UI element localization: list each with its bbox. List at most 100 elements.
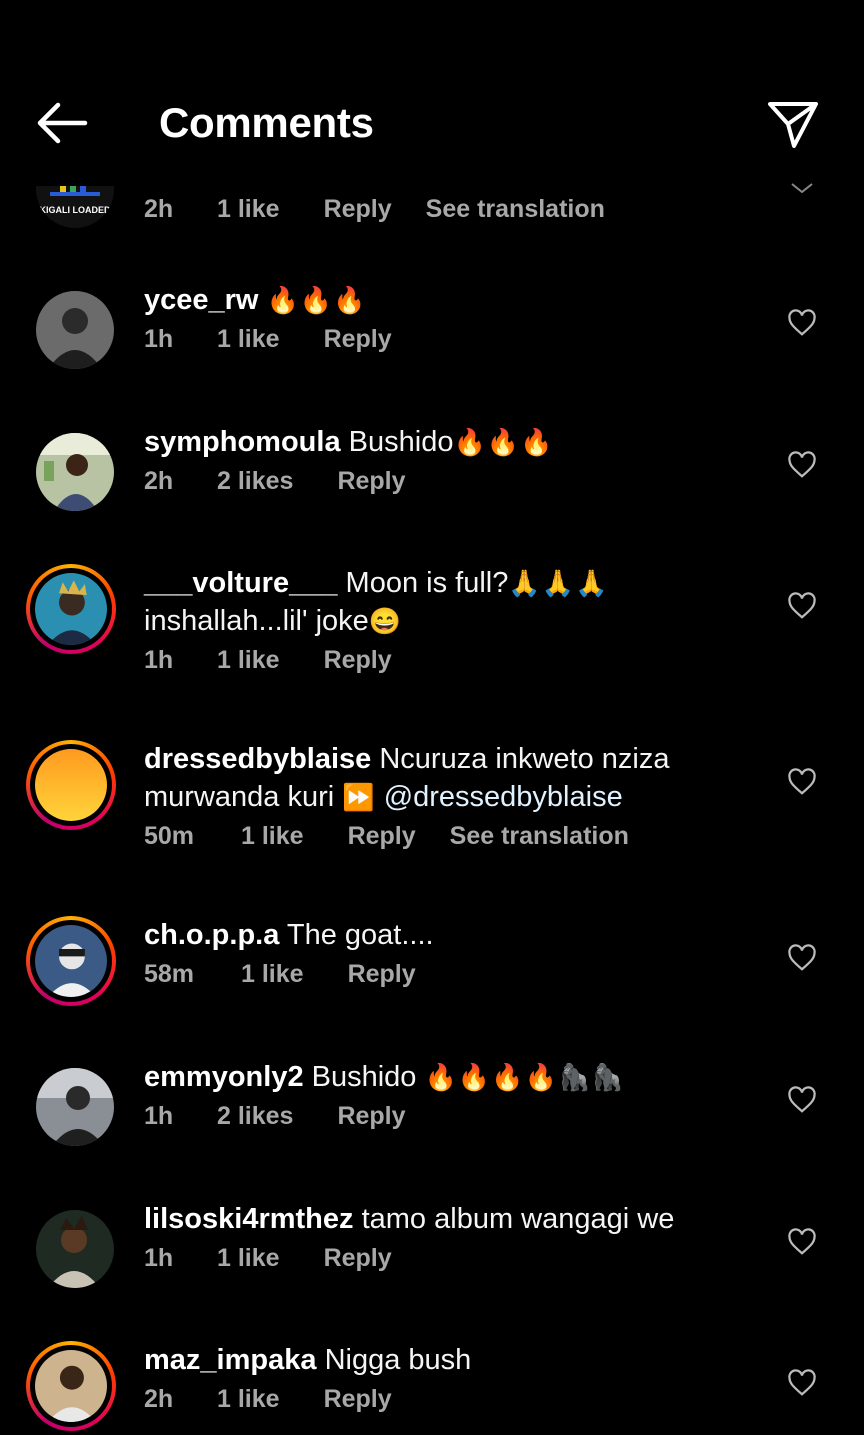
comment-mention[interactable]: @dressedbyblaise [384, 781, 623, 813]
comment-meta: 50m 1 like Reply See translation [144, 822, 744, 851]
comment-likes[interactable]: 1 like [217, 325, 280, 354]
reply-button[interactable]: Reply [324, 325, 392, 354]
comment-content: murwanda kuri [144, 781, 335, 813]
comment-text: maz_impaka Nigga bush [144, 1341, 744, 1379]
comment-content: Bushido [348, 426, 454, 458]
comment-time: 50m [144, 822, 195, 850]
comment-username[interactable]: ___volture___ [144, 567, 337, 599]
comment-content: Nigga bush [324, 1344, 472, 1376]
send-icon[interactable] [764, 98, 822, 152]
comment-username[interactable]: emmyonly2 [144, 1061, 304, 1093]
profile-photo [35, 573, 107, 645]
comment-time: 1h [144, 1244, 174, 1272]
comment-text: emmyonly2 Bushido 🔥🔥🔥🔥🦍🦍 [144, 1058, 744, 1096]
comment-likes[interactable]: 1 like [217, 1385, 280, 1414]
comment-body: maz_impaka Nigga bush 2h 1 like Reply [144, 1341, 744, 1414]
like-heart-icon[interactable] [787, 592, 817, 620]
comment-body: ch.o.p.p.a The goat.... 58m 1 like Reply [144, 916, 744, 989]
reply-button[interactable]: Reply [348, 822, 416, 851]
comment-content: Moon is full? [345, 567, 509, 599]
comment-text: lilsoski4rmthez tamo album wangagi we [144, 1200, 744, 1238]
comment-text: ___volture___ Moon is full?🙏🙏🙏 [144, 564, 744, 602]
avatar-story-ring[interactable] [26, 916, 120, 1010]
like-heart-icon[interactable] [787, 1228, 817, 1256]
reply-button[interactable]: Reply [337, 1102, 405, 1131]
comment-meta: 2h 1 like Reply See translation [144, 195, 744, 224]
comment-likes[interactable]: 2 likes [217, 1102, 293, 1131]
comment-time: 1h [144, 646, 174, 674]
back-arrow-icon[interactable] [30, 98, 92, 148]
comment-time: 58m [144, 960, 195, 988]
comment-likes[interactable]: 1 like [217, 195, 280, 224]
comment-username[interactable]: symphomoula [144, 426, 341, 458]
profile-photo [36, 433, 114, 511]
avatar-story-ring[interactable] [26, 1341, 120, 1435]
comment-username[interactable]: dressedbyblaise [144, 743, 371, 775]
comment-time: 2h [144, 1385, 174, 1413]
like-heart-icon[interactable] [787, 768, 817, 796]
comment-text: symphomoula Bushido🔥🔥🔥 [144, 423, 744, 461]
like-heart-icon[interactable] [787, 944, 817, 972]
comment-content: Ncuruza inkweto nziza [379, 743, 670, 775]
comment-meta: 1h 1 like Reply [144, 325, 744, 354]
avatar-story-ring[interactable] [26, 564, 120, 658]
comment-content: The goat.... [286, 919, 434, 951]
profile-photo [35, 749, 107, 821]
comment-username[interactable]: maz_impaka [144, 1344, 317, 1376]
like-heart-icon[interactable] [787, 1086, 817, 1114]
comment-content: inshallah...lil' joke [144, 605, 369, 637]
comment-likes[interactable]: 1 like [241, 960, 304, 989]
comment-time: 1h [144, 325, 174, 353]
reply-button[interactable]: Reply [337, 467, 405, 496]
page-title: Comments [159, 99, 374, 146]
comment-likes[interactable]: 1 like [217, 1244, 280, 1273]
comment-username[interactable]: ch.o.p.p.a [144, 919, 279, 951]
comment-text-line2: inshallah...lil' joke😄 [144, 602, 744, 640]
see-translation-button[interactable]: See translation [426, 195, 605, 224]
reply-button[interactable]: Reply [324, 1385, 392, 1414]
comment-time: 1h [144, 1102, 174, 1130]
reply-button[interactable]: Reply [324, 1244, 392, 1273]
comment-meta: 2h 1 like Reply [144, 1385, 744, 1414]
comment-likes[interactable]: 2 likes [217, 467, 293, 496]
comment-content: Bushido [311, 1061, 417, 1093]
profile-photo [35, 1350, 107, 1422]
comment-username[interactable]: lilsoski4rmthez [144, 1203, 354, 1235]
comments-header: Comments [0, 60, 864, 186]
comment-text: ycee_rw 🔥🔥🔥 [144, 281, 744, 319]
avatar[interactable] [30, 285, 120, 375]
like-heart-icon[interactable] [787, 309, 817, 337]
profile-photo [35, 925, 107, 997]
comment-emoji: 🔥🔥🔥 [266, 285, 367, 315]
reply-button[interactable]: Reply [348, 960, 416, 989]
comment-emoji: 😄 [368, 606, 403, 636]
comment-body: ___volture___ Moon is full?🙏🙏🙏 inshallah… [144, 564, 744, 675]
like-heart-icon[interactable] [787, 451, 817, 479]
comments-list: KIGALI LOADED 2h 1 like Reply See translati… [0, 0, 864, 1431]
comment-text: dressedbyblaise Ncuruza inkweto nziza [144, 740, 744, 778]
comment-body: symphomoula Bushido🔥🔥🔥 2h 2 likes Reply [144, 423, 744, 496]
like-heart-icon[interactable] [787, 1369, 817, 1397]
comment-meta: 2h 2 likes Reply [144, 467, 744, 496]
comment-username[interactable]: ycee_rw [144, 284, 259, 316]
comment-likes[interactable]: 1 like [241, 822, 304, 851]
avatar-story-ring[interactable] [26, 740, 120, 834]
profile-photo [36, 1210, 114, 1288]
comment-body: dressedbyblaise Ncuruza inkweto nziza mu… [144, 740, 744, 851]
comment-body: emmyonly2 Bushido 🔥🔥🔥🔥🦍🦍 1h 2 likes Reply [144, 1058, 744, 1131]
profile-photo [36, 1068, 114, 1146]
avatar[interactable] [30, 1204, 120, 1294]
comment-likes[interactable]: 1 like [217, 646, 280, 675]
comment-body: ycee_rw 🔥🔥🔥 1h 1 like Reply [144, 281, 744, 354]
comment-meta: 58m 1 like Reply [144, 960, 744, 989]
avatar[interactable] [30, 1062, 120, 1152]
comment-emoji: 🔥🔥🔥 [453, 427, 554, 457]
comment-content: tamo album wangagi we [361, 1203, 675, 1235]
profile-photo [36, 291, 114, 369]
comment-time: 2h [144, 467, 174, 495]
avatar[interactable] [30, 427, 120, 517]
reply-button[interactable]: Reply [324, 646, 392, 675]
see-translation-button[interactable]: See translation [450, 822, 629, 851]
comment-emoji: ⏩ [342, 782, 376, 812]
reply-button[interactable]: Reply [324, 195, 392, 224]
